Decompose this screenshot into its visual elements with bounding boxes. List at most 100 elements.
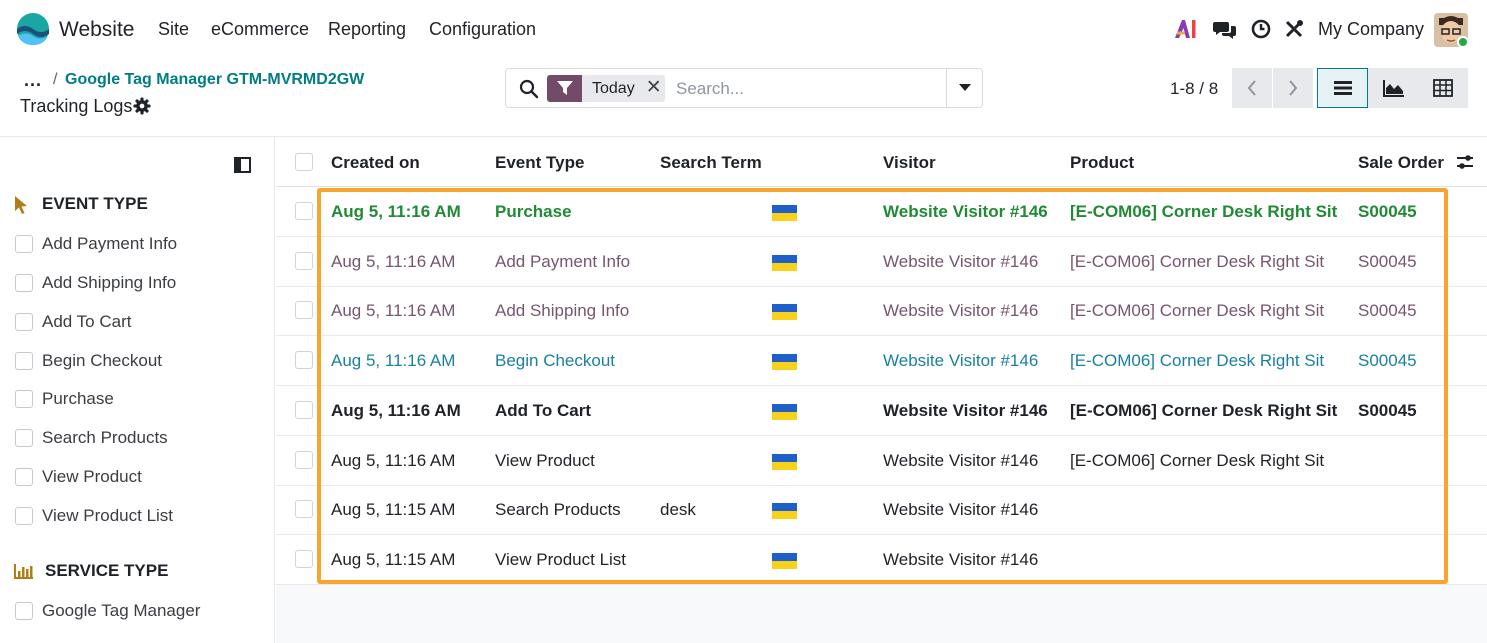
filter-add-to-cart[interactable]: Add To Cart: [15, 312, 131, 332]
graph-view-button[interactable]: [1368, 68, 1419, 108]
row-checkbox[interactable]: [295, 301, 313, 320]
search-input[interactable]: [676, 76, 936, 102]
filter-view-product[interactable]: View Product: [15, 467, 142, 487]
search-bar: Today ✕: [505, 68, 983, 108]
column-header-visitor[interactable]: Visitor: [883, 153, 936, 173]
table-row[interactable]: Aug 5, 11:15 AM Search Products desk Websit…: [276, 485, 1487, 536]
ukraine-flag-icon: [772, 354, 797, 371]
cell-product: [E-COM06] Corner Desk Right Sit: [1070, 301, 1325, 321]
filter-label: Add To Cart: [42, 312, 132, 331]
list-view-button[interactable]: [1317, 68, 1368, 108]
website-app-logo-icon[interactable]: [16, 12, 50, 46]
cell-event-type: View Product List: [495, 549, 627, 569]
menu-reporting[interactable]: Reporting: [328, 19, 406, 40]
filter-label: Add Payment Info: [42, 234, 178, 253]
column-header-event-type[interactable]: Event Type: [495, 153, 584, 173]
checkbox[interactable]: [15, 602, 33, 620]
cell-visitor: Website Visitor #146: [883, 202, 1048, 221]
select-all-checkbox[interactable]: [295, 153, 313, 171]
chevron-left-icon: [1247, 80, 1256, 96]
table-row[interactable]: Aug 5, 11:16 AM Add Payment Info Website V…: [276, 237, 1487, 287]
event-type-header: EVENT TYPE: [14, 194, 148, 214]
table-row[interactable]: Aug 5, 11:16 AM Add To Cart Website Visito…: [276, 386, 1487, 436]
chevron-right-icon: [1289, 80, 1298, 96]
filter-purchase[interactable]: Purchase: [15, 389, 114, 409]
table-row[interactable]: Aug 5, 11:16 AM Purchase Website Visitor #…: [276, 187, 1487, 237]
filter-search-products[interactable]: Search Products: [15, 428, 168, 448]
app-name[interactable]: Website: [59, 18, 134, 42]
breadcrumb-ellipsis[interactable]: ...: [24, 70, 42, 91]
tools-icon[interactable]: [1283, 16, 1305, 42]
table-row[interactable]: Aug 5, 11:16 AM View Product Website Visit…: [276, 436, 1487, 486]
area-chart-icon: [1382, 80, 1404, 97]
checkbox[interactable]: [15, 507, 33, 525]
cell-product: [E-COM06] Corner Desk Right Sit: [1070, 251, 1325, 271]
cell-created-on: Aug 5, 11:16 AM: [331, 450, 456, 470]
filter-label: Purchase: [42, 389, 114, 408]
row-checkbox[interactable]: [295, 549, 313, 568]
table-row[interactable]: Aug 5, 11:15 AM View Product List Website …: [276, 535, 1487, 585]
optional-columns-icon[interactable]: [1456, 153, 1474, 171]
filter-add-payment-info[interactable]: Add Payment Info: [15, 234, 177, 254]
remove-facet-icon[interactable]: ✕: [643, 75, 665, 102]
checkbox[interactable]: [15, 313, 33, 331]
menu-site[interactable]: Site: [158, 19, 189, 40]
filter-label: Begin Checkout: [42, 351, 163, 370]
row-checkbox[interactable]: [295, 202, 313, 220]
checkbox[interactable]: [15, 235, 33, 253]
collapse-panel-icon[interactable]: [234, 157, 251, 173]
company-switcher[interactable]: My Company: [1318, 19, 1424, 40]
row-checkbox[interactable]: [295, 500, 313, 519]
list-view-icon: [1333, 81, 1352, 95]
gear-icon[interactable]: [133, 97, 151, 115]
column-header-product[interactable]: Product: [1070, 153, 1134, 173]
filter-begin-checkout[interactable]: Begin Checkout: [15, 351, 162, 371]
pivot-view-button[interactable]: [1417, 68, 1468, 108]
service-type-header: SERVICE TYPE: [14, 561, 168, 581]
checkbox[interactable]: [15, 274, 33, 292]
cell-search-term: desk: [660, 500, 696, 520]
cell-sale-order: S00045: [1358, 351, 1417, 371]
checkbox[interactable]: [15, 468, 33, 486]
row-checkbox[interactable]: [295, 351, 313, 370]
cell-visitor: Website Visitor #146: [883, 301, 1039, 321]
table-grid-icon: [1432, 79, 1453, 97]
row-checkbox[interactable]: [295, 450, 313, 469]
checkbox[interactable]: [15, 352, 33, 370]
pager-previous-button[interactable]: [1232, 68, 1272, 108]
event-type-title: EVENT TYPE: [42, 194, 148, 213]
ai-icon[interactable]: [1172, 16, 1198, 42]
menu-configuration[interactable]: Configuration: [429, 19, 536, 40]
ukraine-flag-icon: [772, 453, 797, 470]
filter-google-tag-manager[interactable]: Google Tag Manager: [15, 601, 200, 621]
row-checkbox[interactable]: [295, 251, 313, 270]
checkbox[interactable]: [15, 390, 33, 408]
cell-created-on: Aug 5, 11:16 AM: [331, 251, 456, 271]
filter-add-shipping-info[interactable]: Add Shipping Info: [15, 273, 176, 293]
filter-view-product-list[interactable]: View Product List: [15, 506, 173, 526]
filter-label: Add Shipping Info: [42, 273, 177, 292]
activity-clock-icon[interactable]: [1250, 16, 1272, 42]
bar-chart-icon: [14, 563, 36, 579]
search-facet-today: Today ✕: [547, 75, 665, 102]
cell-product: [E-COM06] Corner Desk Right Sit: [1070, 202, 1338, 221]
pager-value[interactable]: 1-8 / 8: [1170, 79, 1218, 99]
breadcrumb-parent-link[interactable]: Google Tag Manager GTM-MVRMD2GW: [65, 71, 364, 89]
column-header-created-on[interactable]: Created on: [331, 153, 420, 173]
search-options-toggle[interactable]: [946, 69, 982, 107]
chat-icon[interactable]: [1212, 16, 1238, 42]
column-header-sale-order[interactable]: Sale Order: [1358, 153, 1444, 173]
cell-created-on: Aug 5, 11:15 AM: [331, 500, 456, 520]
checkbox[interactable]: [15, 429, 33, 447]
cell-event-type: Search Products: [495, 500, 621, 520]
menu-ecommerce[interactable]: eCommerce: [211, 19, 309, 40]
facet-label: Today: [592, 80, 635, 97]
table-row[interactable]: Aug 5, 11:16 AM Add Shipping Info Website …: [276, 286, 1487, 337]
pager-next-button[interactable]: [1273, 68, 1313, 108]
table-row[interactable]: Aug 5, 11:16 AM Begin Checkout Website Vis…: [276, 336, 1487, 387]
column-header-search-term[interactable]: Search Term: [660, 153, 762, 173]
ukraine-flag-icon: [772, 552, 797, 569]
row-checkbox[interactable]: [295, 400, 313, 419]
search-icon[interactable]: [519, 79, 539, 99]
filter-label: Google Tag Manager: [42, 601, 201, 620]
